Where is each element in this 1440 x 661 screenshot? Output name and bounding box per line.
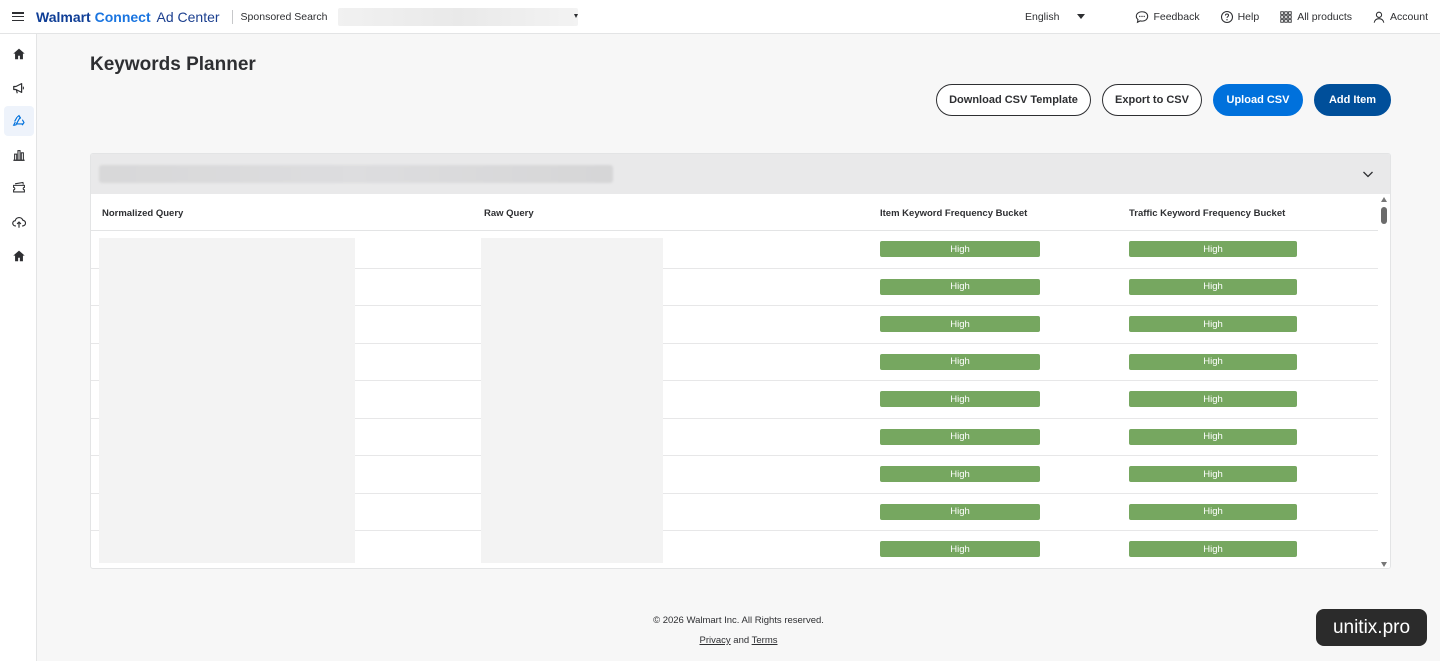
traffic-frequency-badge: High [1129, 278, 1297, 295]
header-divider [231, 9, 233, 24]
ticket-icon [13, 181, 25, 193]
column-header-item-frequency[interactable]: Item Keyword Frequency Bucket [880, 208, 1027, 219]
panel-header[interactable] [91, 154, 1390, 194]
language-label: English [1025, 10, 1060, 23]
cloud-upload-icon [12, 216, 26, 228]
scroll-up-arrow-icon[interactable] [1381, 197, 1387, 202]
traffic-frequency-badge: High [1129, 316, 1297, 332]
item-frequency-badge: High [880, 391, 1040, 407]
upload-csv-button[interactable]: Upload CSV [1213, 84, 1303, 116]
menu-icon[interactable] [12, 12, 24, 21]
item-frequency-badge: High [880, 353, 1040, 370]
chevron-down-icon[interactable] [1362, 168, 1374, 180]
question-circle-icon [1220, 10, 1233, 23]
watermark-badge: unitix.pro [1316, 609, 1427, 646]
item-frequency-badge: High [880, 316, 1040, 332]
item-frequency-badge: High [880, 541, 1040, 557]
triangle-down-icon [1077, 14, 1086, 19]
recycle-icon [12, 114, 25, 126]
item-frequency-badge: High [880, 466, 1040, 482]
table-scrollbar[interactable] [1378, 194, 1390, 568]
traffic-frequency-badge: High [1129, 428, 1297, 445]
table-body: High High High High High High High High … [91, 231, 1379, 568]
footer-and: and [733, 635, 750, 646]
item-frequency-badge: High [880, 241, 1040, 257]
account-label: Account [1390, 10, 1428, 23]
product-name: Sponsored Search [240, 10, 328, 23]
caret-down-icon [573, 13, 578, 18]
footer-copyright: © 2026 Walmart Inc. All Rights reserved. [653, 615, 824, 626]
left-nav [0, 34, 37, 661]
item-frequency-badge: High [880, 428, 1040, 445]
grid-icon [1280, 10, 1292, 23]
chat-bubble-icon [1136, 10, 1149, 23]
nav-reports[interactable] [4, 140, 34, 170]
scrollbar-thumb[interactable] [1381, 207, 1387, 224]
home-icon [13, 48, 25, 60]
traffic-frequency-badge: High [1129, 466, 1297, 482]
redacted-panel-title [99, 165, 613, 183]
megaphone-icon [13, 83, 24, 94]
top-bar: Walmart Connect Ad Center Sponsored Sear… [0, 0, 1440, 34]
help-label: Help [1237, 10, 1260, 23]
nav-upload[interactable] [4, 207, 34, 237]
all-products-link[interactable]: All products [1279, 10, 1352, 24]
item-frequency-badge: High [880, 278, 1040, 295]
download-csv-template-button[interactable]: Download CSV Template [936, 84, 1091, 116]
add-item-button[interactable]: Add Item [1314, 84, 1391, 116]
brand-connect: Connect [94, 8, 151, 25]
terms-link[interactable]: Terms [752, 635, 778, 646]
scroll-down-arrow-icon[interactable] [1381, 562, 1387, 567]
brand-logo[interactable]: Walmart Connect Ad Center [36, 9, 220, 25]
item-frequency-badge: High [880, 503, 1040, 520]
top-right-actions: English Feedback Help All products Accou… [1025, 0, 1428, 34]
page-title: Keywords Planner [90, 54, 256, 75]
nav-home[interactable] [4, 39, 34, 69]
feedback-link[interactable]: Feedback [1135, 10, 1200, 24]
account-link[interactable]: Account [1372, 10, 1428, 24]
language-select[interactable]: English [1025, 10, 1086, 23]
nav-keywords[interactable] [4, 106, 34, 136]
column-header-traffic-frequency[interactable]: Traffic Keyword Frequency Bucket [1129, 208, 1285, 219]
help-link[interactable]: Help [1220, 10, 1260, 24]
traffic-frequency-badge: High [1129, 353, 1297, 370]
home-icon [13, 250, 25, 262]
user-icon [1373, 11, 1385, 23]
bar-chart-icon [13, 150, 25, 161]
privacy-link[interactable]: Privacy [700, 635, 731, 646]
traffic-frequency-badge: High [1129, 241, 1297, 257]
traffic-frequency-badge: High [1129, 391, 1297, 407]
column-header-normalized-query[interactable]: Normalized Query [102, 208, 183, 219]
nav-campaigns[interactable] [4, 73, 34, 103]
nav-billing[interactable] [4, 173, 34, 203]
table-header: Normalized Query Raw Query Item Keyword … [91, 194, 1379, 231]
redacted-raw-queries [481, 238, 663, 563]
traffic-frequency-badge: High [1129, 541, 1297, 557]
redacted-normalized-queries [99, 238, 355, 563]
brand-walmart: Walmart [36, 8, 91, 25]
advertiser-select[interactable] [337, 7, 578, 26]
traffic-frequency-badge: High [1129, 503, 1297, 520]
column-header-raw-query[interactable]: Raw Query [484, 208, 534, 219]
feedback-label: Feedback [1153, 10, 1200, 23]
footer-links: Privacy and Terms [37, 635, 1440, 646]
brand-ad-center: Ad Center [156, 8, 220, 25]
all-products-label: All products [1297, 10, 1353, 23]
nav-home-secondary[interactable] [4, 241, 34, 271]
keywords-table-panel: Normalized Query Raw Query Item Keyword … [90, 153, 1391, 569]
export-to-csv-button[interactable]: Export to CSV [1102, 84, 1202, 116]
